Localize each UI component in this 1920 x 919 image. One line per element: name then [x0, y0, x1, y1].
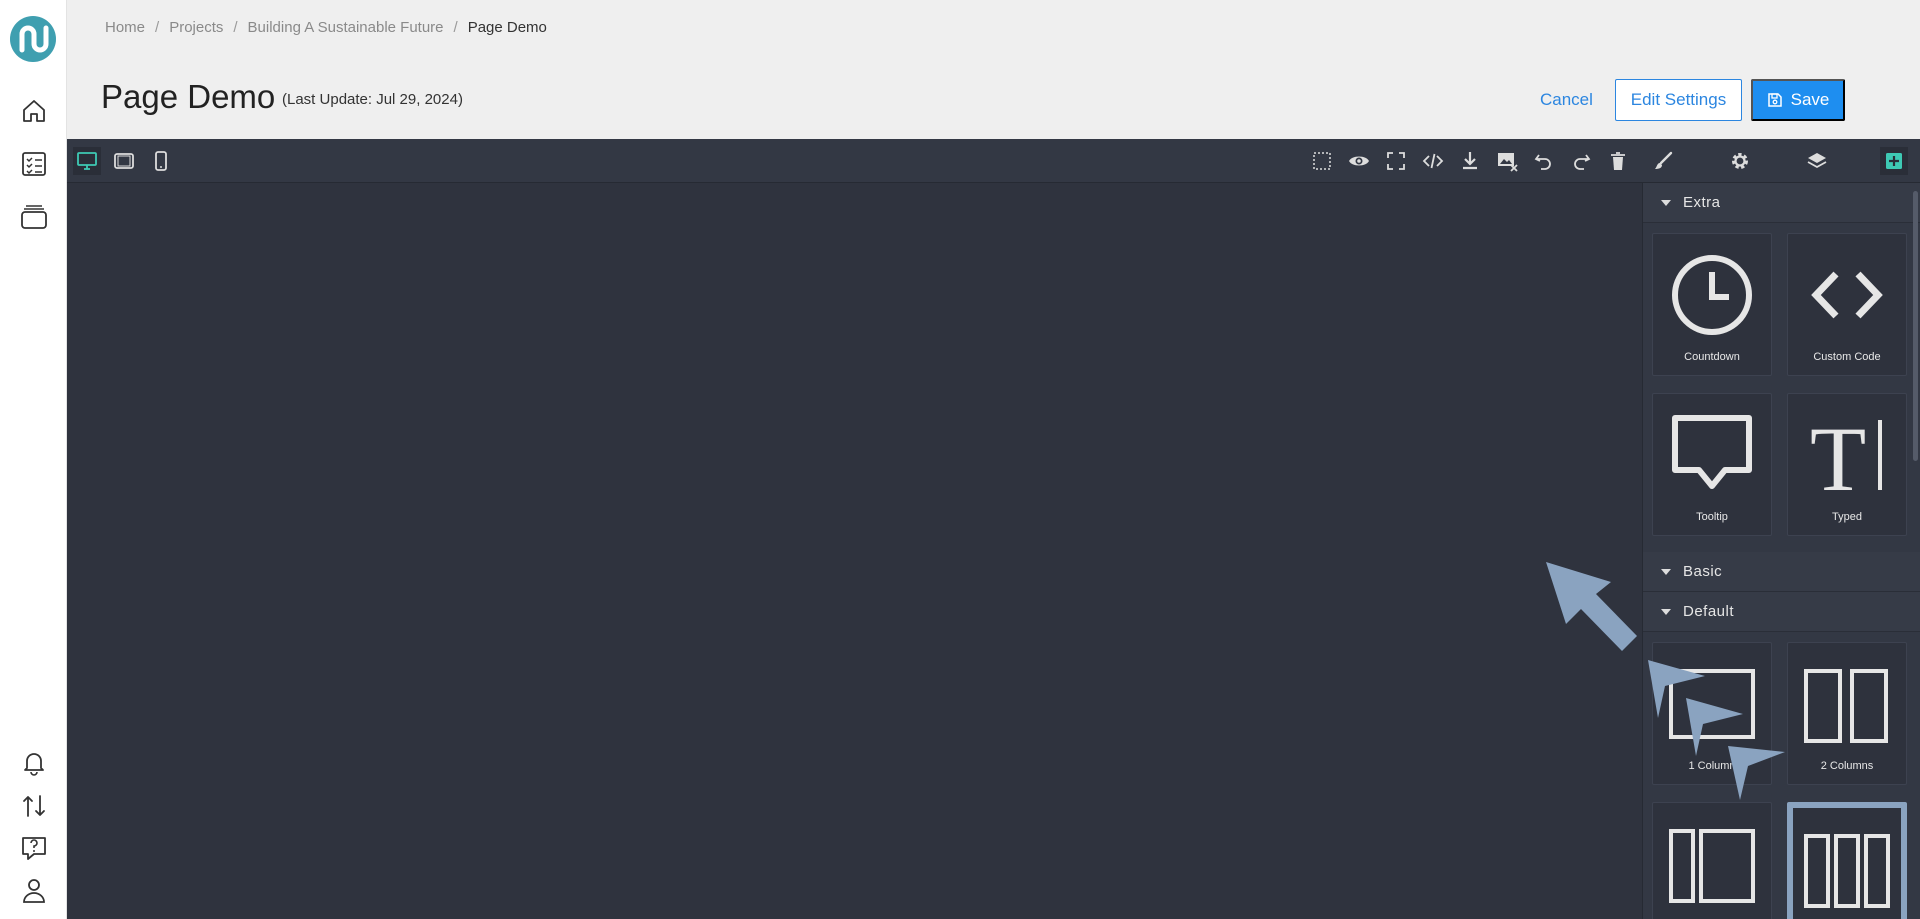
- block-label: 1 Column: [1688, 760, 1736, 772]
- logo-icon[interactable]: [10, 16, 56, 62]
- block-three-columns[interactable]: [1787, 802, 1907, 919]
- caret-down-icon: [1661, 568, 1671, 575]
- page-header: Home / Projects / Building A Sustainable…: [67, 0, 1920, 139]
- app-sidebar: [0, 0, 67, 919]
- category-basic[interactable]: Basic: [1643, 552, 1920, 592]
- svg-text:T: T: [1810, 412, 1866, 498]
- block-countdown[interactable]: Countdown: [1652, 233, 1772, 376]
- breadcrumb-separator: /: [453, 19, 458, 36]
- checklist-icon[interactable]: [19, 149, 49, 179]
- two-columns-icon: [1804, 669, 1888, 743]
- transfer-icon[interactable]: [19, 791, 49, 821]
- caret-down-icon: [1661, 608, 1671, 615]
- save-icon: [1767, 93, 1782, 107]
- block-label: Typed: [1832, 511, 1862, 523]
- help-icon[interactable]: [19, 833, 49, 863]
- edit-settings-button[interactable]: Edit Settings: [1615, 79, 1742, 121]
- block-label: 2 Columns: [1820, 760, 1874, 772]
- undo-icon[interactable]: [1530, 147, 1558, 175]
- block-typed[interactable]: T Typed: [1787, 393, 1907, 536]
- block-label: Countdown: [1684, 351, 1740, 363]
- breadcrumb-home[interactable]: Home: [105, 19, 145, 36]
- page-title: Page Demo: [101, 78, 276, 115]
- tablet-icon[interactable]: [110, 147, 138, 175]
- breadcrumb-projects[interactable]: Projects: [169, 19, 223, 36]
- preview-icon[interactable]: [1345, 147, 1373, 175]
- last-update: (Last Update: Jul 29, 2024): [282, 91, 463, 108]
- blocks-icon[interactable]: [1880, 147, 1908, 175]
- save-label: Save: [1790, 90, 1830, 109]
- column-3-7-icon: [1669, 829, 1755, 903]
- style-manager-icon[interactable]: [1649, 147, 1677, 175]
- three-columns-icon: [1804, 834, 1890, 908]
- block-label: Tooltip: [1696, 511, 1728, 523]
- page-editor: Extra Countdown Custom Code Tooltip T Ty…: [67, 139, 1920, 919]
- block-one-column[interactable]: 1 Column: [1652, 642, 1772, 785]
- caret-down-icon: [1661, 199, 1671, 206]
- breadcrumb-current: Page Demo: [467, 19, 547, 36]
- extra-blocks: Countdown Custom Code Tooltip T Typed: [1643, 223, 1920, 552]
- layer-manager-icon[interactable]: [1803, 147, 1831, 175]
- text-cursor-icon: T: [1810, 412, 1882, 498]
- panel-scrollbar[interactable]: [1913, 191, 1918, 461]
- cancel-button[interactable]: Cancel: [1530, 79, 1603, 121]
- select-outline-icon[interactable]: [1308, 147, 1336, 175]
- save-button[interactable]: Save: [1751, 79, 1845, 121]
- blocks-panel: Extra Countdown Custom Code Tooltip T Ty…: [1642, 183, 1920, 919]
- settings-icon[interactable]: [1726, 147, 1754, 175]
- category-extra[interactable]: Extra: [1643, 183, 1920, 223]
- category-default[interactable]: Default: [1643, 592, 1920, 632]
- bell-icon[interactable]: [19, 747, 49, 777]
- breadcrumb-separator: /: [233, 19, 238, 36]
- trash-icon[interactable]: [1604, 147, 1632, 175]
- category-label: Default: [1683, 603, 1735, 620]
- category-label: Extra: [1683, 194, 1721, 211]
- code-icon[interactable]: [1419, 147, 1447, 175]
- speech-bubble-icon: [1672, 415, 1752, 489]
- user-icon[interactable]: [19, 875, 49, 905]
- clear-images-icon[interactable]: [1493, 147, 1521, 175]
- clock-icon: [1672, 255, 1752, 335]
- block-label: Custom Code: [1813, 351, 1881, 363]
- redo-icon[interactable]: [1567, 147, 1595, 175]
- one-column-icon: [1669, 669, 1755, 739]
- block-column-3-7[interactable]: [1652, 802, 1772, 919]
- layers-stack-icon[interactable]: [19, 202, 49, 232]
- editor-canvas[interactable]: [67, 183, 1642, 919]
- fullscreen-icon[interactable]: [1382, 147, 1410, 175]
- breadcrumb-project[interactable]: Building A Sustainable Future: [248, 19, 444, 36]
- desktop-icon[interactable]: [73, 147, 101, 175]
- breadcrumb-separator: /: [155, 19, 160, 36]
- editor-toolbar: [67, 139, 1920, 183]
- block-tooltip[interactable]: Tooltip: [1652, 393, 1772, 536]
- mobile-icon[interactable]: [147, 147, 175, 175]
- default-blocks: 1 Column 2 Columns: [1643, 632, 1920, 919]
- category-label: Basic: [1683, 563, 1723, 580]
- download-icon[interactable]: [1456, 147, 1484, 175]
- home-icon[interactable]: [19, 96, 49, 126]
- code-brackets-icon: [1811, 271, 1883, 319]
- block-custom-code[interactable]: Custom Code: [1787, 233, 1907, 376]
- breadcrumb: Home / Projects / Building A Sustainable…: [105, 19, 547, 36]
- block-two-columns[interactable]: 2 Columns: [1787, 642, 1907, 785]
